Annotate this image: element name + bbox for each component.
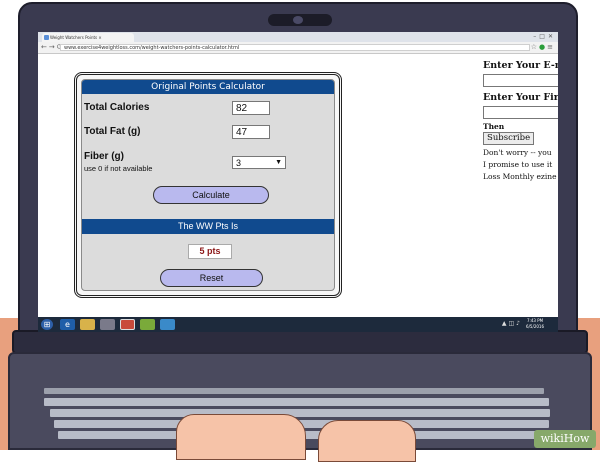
newsletter-signup: Enter Your E-m Enter Your First Then Sub… — [483, 56, 558, 216]
note-line-2: I promise to use it — [483, 160, 553, 169]
fat-input[interactable]: 47 — [232, 125, 270, 139]
left-hand — [176, 414, 306, 460]
first-name-field[interactable] — [483, 106, 558, 119]
calculator-title: Original Points Calculator — [82, 80, 334, 94]
ie-icon[interactable]: e — [60, 319, 75, 330]
wikihow-watermark: wikiHow — [534, 430, 596, 448]
browser-menu-icon[interactable]: ☆●≡ — [531, 43, 555, 51]
function-key-row — [44, 388, 544, 394]
email-label: Enter Your E-m — [483, 60, 558, 71]
laptop-hinge — [12, 330, 588, 354]
system-tray-icon[interactable]: ▲◫♪ — [502, 320, 522, 327]
fiber-label: Fiber (g) — [84, 151, 124, 162]
calories-label: Total Calories — [84, 102, 150, 113]
points-calculator: Original Points Calculator Total Calorie… — [74, 72, 342, 298]
result-heading: The WW Pts Is — [82, 219, 334, 234]
clock-date: 6/5/2016 — [526, 324, 544, 329]
email-field[interactable] — [483, 74, 558, 87]
browser-tab-title: Weight Watchers Points × — [50, 35, 102, 40]
webcam-icon — [293, 16, 303, 24]
chrome-icon[interactable] — [120, 319, 135, 330]
browser-tab[interactable]: Weight Watchers Points × — [42, 33, 134, 42]
windows-taskbar: ⊞ e ▲◫♪ 7:43 PM 6/5/2016 — [38, 317, 558, 332]
right-hand — [318, 420, 416, 462]
dropdown-arrow-icon: ▼ — [275, 159, 282, 166]
fiber-select-value: 3 — [236, 158, 242, 168]
then-label: Then — [483, 122, 505, 131]
fiber-hint: use 0 if not available — [84, 164, 153, 173]
calculator-body: Original Points Calculator Total Calorie… — [81, 79, 335, 291]
subscribe-button[interactable]: Subscribe — [483, 132, 535, 145]
laptop-screen: Weight Watchers Points × –□✕ ←→⟳ www.exe… — [38, 32, 558, 332]
note-line-3: Loss Monthly ezine — [483, 172, 557, 181]
result-value: 5 pts — [188, 244, 232, 259]
app2-icon[interactable] — [160, 319, 175, 330]
media-icon[interactable] — [100, 319, 115, 330]
windows-start-icon[interactable]: ⊞ — [41, 319, 53, 330]
folder-icon[interactable] — [80, 319, 95, 330]
address-bar[interactable]: www.exercise4weightloss.com/weight-watch… — [60, 44, 530, 51]
reset-button[interactable]: Reset — [160, 269, 263, 287]
browser-toolbar: ←→⟳ www.exercise4weightloss.com/weight-w… — [38, 42, 558, 54]
calories-input[interactable]: 82 — [232, 101, 270, 115]
top-key-row — [50, 409, 550, 417]
app-icon[interactable] — [140, 319, 155, 330]
number-key-row — [44, 398, 549, 406]
first-name-label: Enter Your First — [483, 92, 558, 103]
window-controls[interactable]: –□✕ — [533, 33, 556, 40]
fat-label: Total Fat (g) — [84, 126, 141, 137]
favicon-icon — [44, 35, 49, 40]
browser-tab-bar: Weight Watchers Points × –□✕ — [38, 32, 558, 42]
note-line-1: Don't worry -- you — [483, 148, 552, 157]
fiber-select[interactable]: 3 ▼ — [232, 156, 286, 169]
taskbar-clock[interactable]: 7:43 PM 6/5/2016 — [526, 318, 544, 330]
calculate-button[interactable]: Calculate — [153, 186, 269, 204]
